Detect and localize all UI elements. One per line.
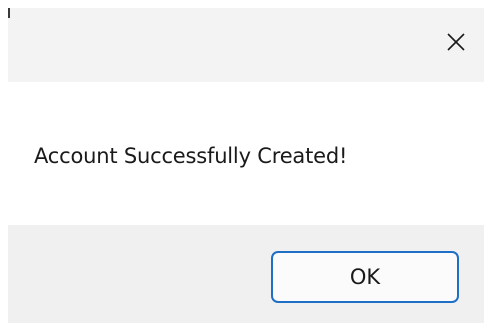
window-edge-mark (8, 8, 10, 18)
dialog-body: Account Successfully Created! (8, 82, 484, 225)
close-icon (446, 32, 466, 56)
ok-button[interactable]: OK (271, 251, 459, 303)
dialog-footer: OK (8, 225, 484, 323)
message-dialog: Account Successfully Created! OK (0, 0, 484, 323)
close-button[interactable] (434, 24, 478, 64)
title-bar (8, 8, 484, 82)
dialog-message: Account Successfully Created! (34, 144, 348, 168)
